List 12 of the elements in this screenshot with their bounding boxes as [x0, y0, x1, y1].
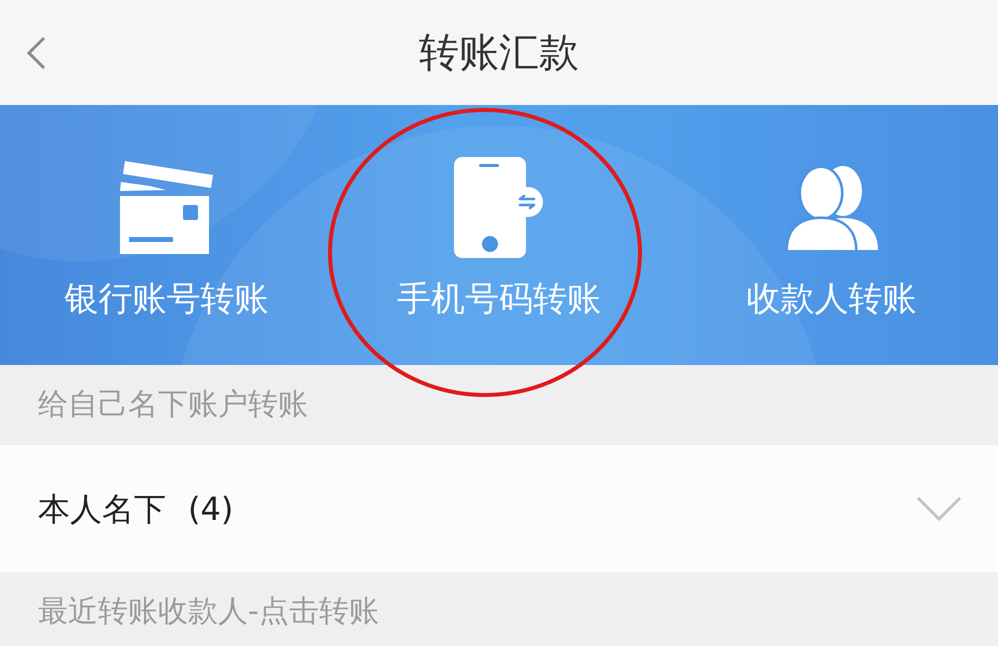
bank-card-icon	[120, 160, 213, 254]
transfer-option[interactable]: 手机号码转账	[332, 105, 666, 365]
account-count: (4)	[188, 488, 234, 528]
mobile-phone-icon	[454, 156, 544, 258]
row-label: 本人名下	[38, 488, 166, 528]
account-row[interactable]: 本人名下 (4)	[0, 445, 998, 572]
contacts-icon	[785, 164, 878, 250]
section-heading: 给自己名下账户转账	[38, 386, 308, 424]
section-heading: 最近转账收款人-点击转账	[38, 593, 379, 631]
transfer-option[interactable]: 银行账号转账	[0, 105, 333, 365]
transfer-option[interactable]: 收款人转账	[665, 105, 998, 365]
page-title: 转账汇款	[419, 28, 579, 78]
